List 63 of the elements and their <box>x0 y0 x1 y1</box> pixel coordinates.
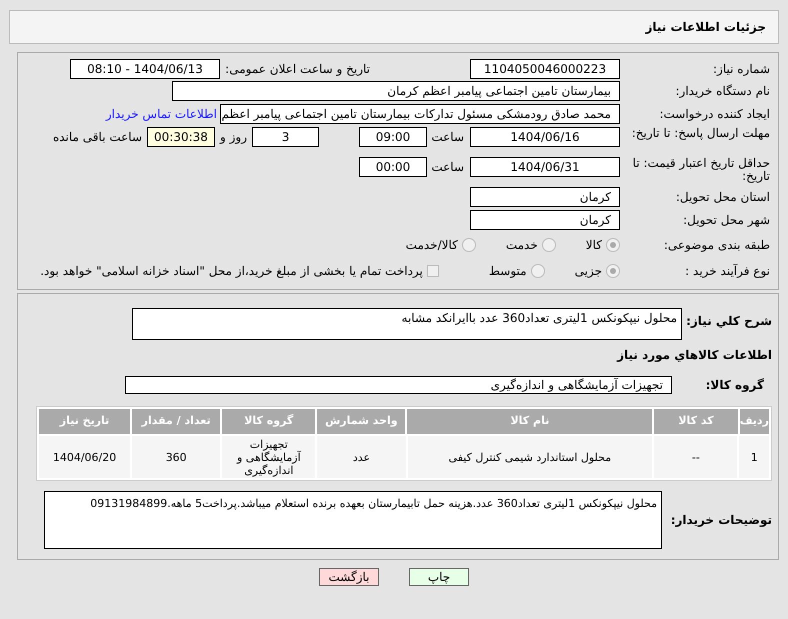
field-label: نوع فرآیند خرید : <box>684 263 770 280</box>
buyer-org-field: بیمارستان تامین اجتماعی پیامبر اعظم کرمان <box>172 81 620 101</box>
radio-button[interactable] <box>462 238 476 252</box>
radio-button[interactable] <box>530 264 545 278</box>
field-label: شهر محل تحویل: <box>682 212 770 229</box>
field-label: طبقه بندی موضوعی: <box>662 237 770 254</box>
deadline-time-field: 09:00 <box>359 127 427 147</box>
field-label: نام دستگاه خریدار: <box>674 83 770 100</box>
radio-button[interactable] <box>606 264 620 278</box>
table-cell: تجهیزات آزمایشگاهی و اندازه‌گیری <box>222 436 316 478</box>
validity-time-field: 00:00 <box>359 157 427 177</box>
field-label: شماره نیاز: <box>712 61 770 78</box>
checkbox-label: پرداخت تمام یا بخشی از مبلغ خرید،از محل "اسناد خزانه اسلامی" خواهد بود. <box>40 263 423 280</box>
column-header: تاریخ نیاز <box>38 409 130 434</box>
page-title: جزئیات اطلاعات نیاز <box>645 19 766 36</box>
table-cell: عدد <box>317 436 406 478</box>
field-label: حداقل تاریخ اعتبار قیمت: تا تاریخ: <box>632 157 770 183</box>
back-button[interactable]: بازگشت <box>319 568 379 586</box>
province-field: کرمان <box>470 187 620 207</box>
remaining-time-field: 00:30:38 <box>147 127 215 147</box>
radio-label: خدمت <box>506 237 538 254</box>
deadline-date-field: 1404/06/16 <box>470 127 620 147</box>
column-header: واحد شمارش <box>317 409 406 434</box>
field-label: ساعت <box>430 159 465 176</box>
days-field: 3 <box>252 127 319 147</box>
field-label: گروه کالا: <box>704 377 765 394</box>
buyer-notes-field[interactable]: محلول نیپکونکس 1لیتری تعداد360 عدد.هزینه حمل تابیمارستان بعهده برنده استعلام میباشد.پرداخت5 ماهه.09131984899 <box>44 491 662 549</box>
field-label: مهلت ارسال پاسخ: تا تاریخ: <box>630 127 770 140</box>
need-number-field: 1104050046000223 <box>470 59 620 79</box>
goods-group-field: تجهیزات آزمایشگاهی و اندازه‌گیری <box>125 376 672 394</box>
field-label: ساعت باقی مانده <box>52 129 143 146</box>
table-cell: 360 <box>132 436 220 478</box>
table-cell: 1 <box>739 436 769 478</box>
column-header: ردیف <box>740 409 769 434</box>
city-field: کرمان <box>470 210 620 230</box>
field-label: شرح کلي نياز: <box>685 313 772 330</box>
field-label: استان محل تحویل: <box>674 189 770 206</box>
table-cell: -- <box>654 436 738 478</box>
radio-label: متوسط <box>488 263 527 280</box>
field-label: ایجاد کننده درخواست: <box>658 106 770 123</box>
field-label: ساعت <box>430 129 465 146</box>
field-label: روز و <box>218 129 248 146</box>
column-header: کد کالا <box>654 409 738 434</box>
requester-field: محمد صادق رودمشکی مسئول تدارکات بیمارستان تامین اجتماعی پیامبر اعظم <box>220 104 620 124</box>
print-button[interactable]: چاپ <box>409 568 469 586</box>
description-field[interactable]: محلول نیپکونکس 1لیتری تعداد360 عدد باایرانکد مشابه <box>132 308 682 340</box>
announce-date-field: 1404/06/13 - 08:10 <box>70 59 220 79</box>
column-header: نام کالا <box>407 409 652 434</box>
column-header: تعداد / مقدار <box>132 409 220 434</box>
contact-link[interactable]: اطلاعات تماس خریدار <box>106 105 217 123</box>
field-label: توضیحات خریدار: <box>670 512 772 529</box>
table-cell: 1404/06/20 <box>38 436 130 478</box>
radio-button[interactable] <box>542 238 556 252</box>
radio-label: جزیی <box>574 263 602 280</box>
section-title: اطلاعات کالاهاي مورد نياز <box>616 347 772 364</box>
column-header: گروه کالا <box>222 409 316 434</box>
checkbox[interactable] <box>426 265 439 277</box>
radio-label: کالا <box>586 237 602 254</box>
table-cell: محلول استاندارد شیمی کنترل کیفی <box>408 436 652 478</box>
radio-button[interactable] <box>606 238 620 252</box>
validity-date-field: 1404/06/31 <box>470 157 620 177</box>
radio-label: کالا/خدمت <box>406 237 458 254</box>
field-label: تاریخ و ساعت اعلان عمومی: <box>224 61 371 78</box>
